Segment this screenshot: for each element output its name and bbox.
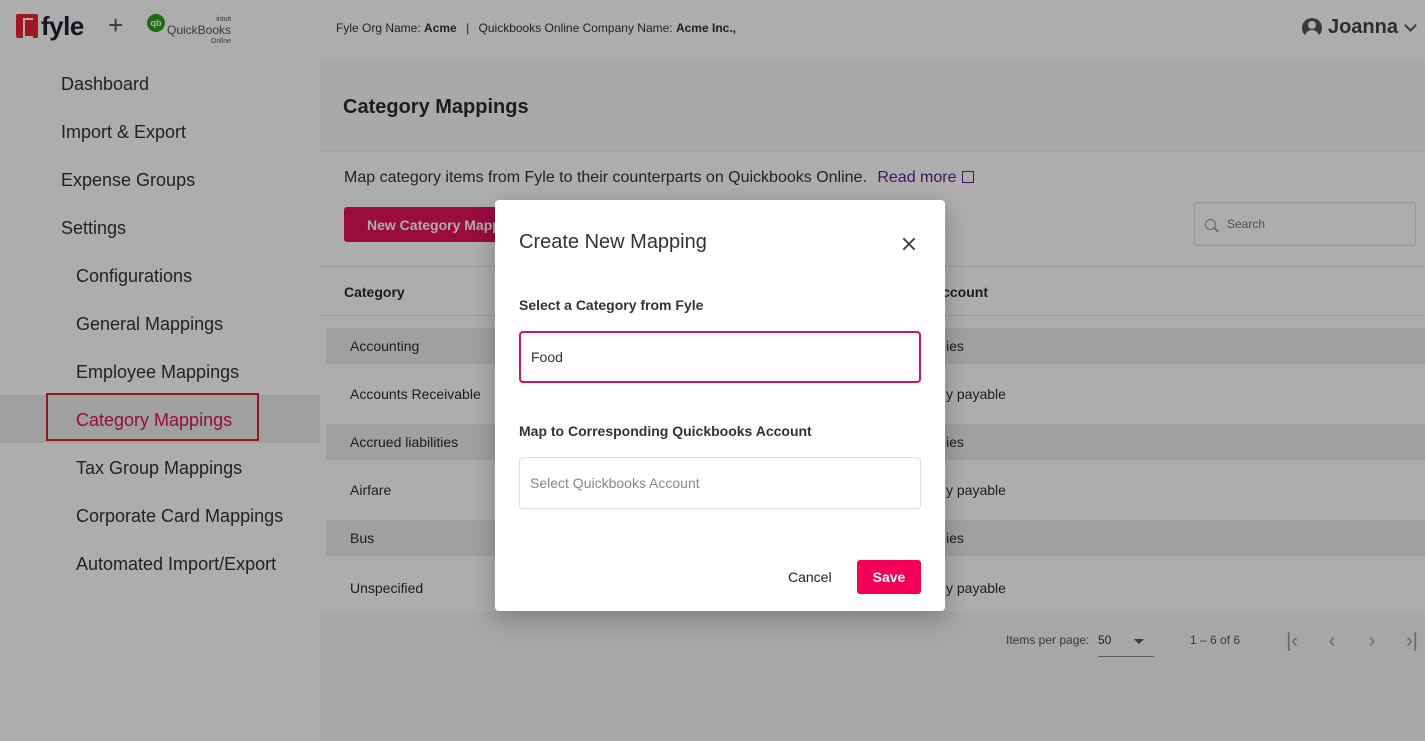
dialog-title: Create New Mapping: [519, 231, 707, 253]
quickbooks-account-input[interactable]: [519, 457, 921, 509]
save-button[interactable]: Save: [857, 560, 921, 594]
fyle-category-input[interactable]: [519, 331, 921, 383]
quickbooks-account-label: Map to Corresponding Quickbooks Account: [519, 423, 812, 439]
close-icon[interactable]: [895, 230, 923, 258]
create-mapping-dialog: Create New Mapping Select a Category fro…: [495, 200, 945, 611]
cancel-button[interactable]: Cancel: [774, 560, 846, 594]
fyle-category-label: Select a Category from Fyle: [519, 297, 704, 313]
